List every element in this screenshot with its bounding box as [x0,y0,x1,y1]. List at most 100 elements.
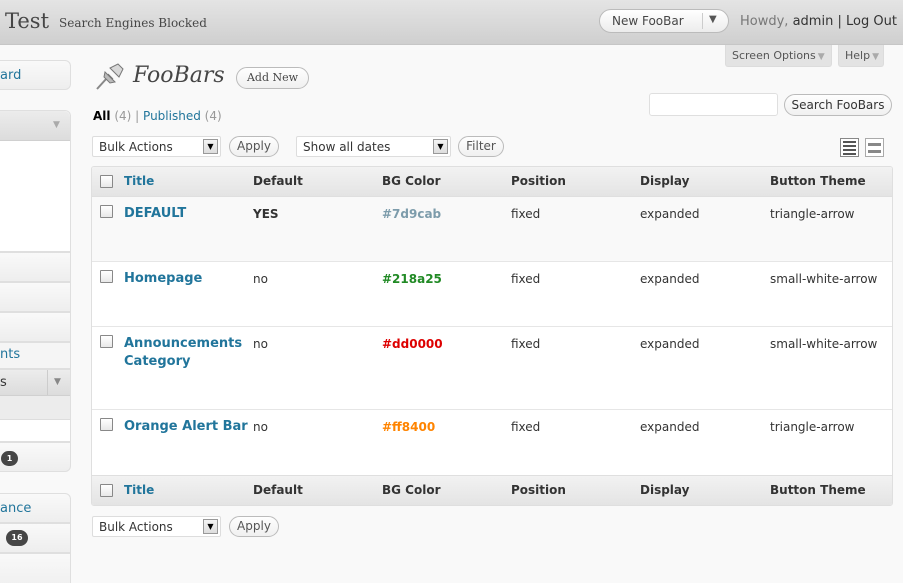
chevron-down-icon: ▼ [817,52,825,62]
menu-item-label[interactable]: nts [0,347,20,362]
status-filter-links: All (4) | Published (4) [93,109,222,123]
list-view-icon[interactable] [840,138,859,157]
column-header-title[interactable]: Title [124,174,154,188]
menu-item-appearance[interactable]: ance [0,493,71,523]
row-checkbox[interactable] [100,418,113,431]
row-default: no [253,420,268,434]
panel-header: ▼ [0,111,70,141]
menu-item-label[interactable]: ard [0,68,21,83]
row-checkbox[interactable] [100,270,113,283]
bulk-actions-value: Bulk Actions [99,140,173,154]
submenu-header[interactable]: s ▼ [0,370,70,396]
row-default: no [253,337,268,351]
apply-button-bottom[interactable]: Apply [229,516,279,537]
chevron-down-icon[interactable]: ▼ [709,14,717,25]
chevron-down-icon[interactable]: ▼ [54,377,61,387]
favorite-actions-dropdown[interactable]: New FooBar ▼ [599,9,729,33]
bulk-actions-select-bottom[interactable]: Bulk Actions ▼ [92,516,221,537]
submenu-item[interactable] [0,396,70,420]
menu-item-dashboard[interactable]: ard [0,60,71,90]
row-title-link[interactable]: Announcements Category [124,335,249,371]
row-button-theme: triangle-arrow [770,207,855,221]
chevron-down-icon[interactable]: ▼ [53,120,60,130]
help-label: Help [845,49,871,62]
user-greeting: Howdy, admin | Log Out [740,14,897,29]
count-badge: 1 [1,451,18,466]
column-footer-bg-color: BG Color [382,483,441,497]
search-button[interactable]: Search FooBars [784,94,892,116]
row-title-link[interactable]: DEFAULT [124,205,249,223]
column-footer-default: Default [253,483,303,497]
filter-published-link[interactable]: Published [143,109,201,123]
date-filter-select[interactable]: Show all dates ▼ [296,136,451,157]
filter-all-count: (4) [114,109,132,123]
column-footer-display: Display [640,483,690,497]
column-footer-button-theme: Button Theme [770,483,866,497]
page-title: FooBars [133,63,225,88]
table-row: DEFAULT YES #7d9cab fixed expanded trian… [92,197,892,262]
chevron-down-icon[interactable]: ▼ [203,519,218,534]
menu-item[interactable] [0,282,71,312]
count-badge: 16 [6,530,28,546]
row-button-theme: small-white-arrow [770,272,878,286]
row-checkbox[interactable] [100,205,113,218]
column-header-position: Position [511,174,566,188]
row-bg-color: #ff8400 [382,420,436,434]
row-button-theme: triangle-arrow [770,420,855,434]
favorite-action-label[interactable]: New FooBar [612,14,684,28]
date-filter-value: Show all dates [303,140,391,154]
search-input[interactable] [649,93,778,116]
table-row: Announcements Category no #dd0000 fixed … [92,327,892,410]
excerpt-view-icon[interactable] [865,138,884,157]
column-header-button-theme: Button Theme [770,174,866,188]
bulk-actions-select[interactable]: Bulk Actions ▼ [92,136,221,157]
filter-all-link[interactable]: All [93,109,111,123]
filter-button[interactable]: Filter [458,136,504,157]
chevron-down-icon[interactable]: ▼ [203,139,218,154]
logout-link[interactable]: Log Out [846,14,897,29]
row-position: fixed [511,337,541,351]
row-default: YES [253,207,279,221]
table-footer: Title Default BG Color Position Display … [92,475,892,505]
site-visibility-status: Search Engines Blocked [59,16,207,30]
menu-item-with-badge[interactable]: 16 [0,523,71,553]
row-bg-color: #7d9cab [382,207,442,221]
foobars-table: Title Default BG Color Position Display … [91,166,893,506]
row-display: expanded [640,420,700,434]
row-bg-color: #dd0000 [382,337,443,351]
select-all-checkbox[interactable] [100,484,113,497]
chevron-down-icon[interactable]: ▼ [433,139,448,154]
sidebar-widget-panel: ▼ [0,110,71,252]
add-new-button[interactable]: Add New [236,67,309,89]
menu-item-with-badge[interactable]: 1 [0,442,71,472]
howdy-text: Howdy, [740,14,789,29]
bulk-actions-value: Bulk Actions [99,520,173,534]
submenu-panel: s ▼ [0,369,71,442]
menu-item[interactable] [0,312,71,342]
filter-published-count: (4) [204,109,222,123]
user-profile-link[interactable]: admin [793,14,834,29]
menu-item-comments[interactable]: nts [0,342,71,369]
site-title[interactable]: Test [5,9,49,33]
column-header-display: Display [640,174,690,188]
menu-item-label[interactable]: ance [0,501,31,516]
screen-options-label: Screen Options [732,49,816,62]
dropdown-divider [702,13,703,29]
row-position: fixed [511,272,541,286]
column-header-bg-color: BG Color [382,174,441,188]
screen-options-tab[interactable]: Screen Options ▼ [725,45,832,67]
select-all-checkbox[interactable] [100,175,113,188]
row-title-link[interactable]: Orange Alert Bar [124,418,249,436]
row-checkbox[interactable] [100,335,113,348]
help-tab[interactable]: Help ▼ [838,45,884,67]
separator: | [135,109,140,123]
menu-item[interactable] [0,553,71,583]
column-footer-title[interactable]: Title [124,483,154,497]
chevron-down-icon: ▼ [872,52,879,62]
menu-item[interactable] [0,252,71,282]
apply-button[interactable]: Apply [229,136,279,157]
row-title-link[interactable]: Homepage [124,270,249,288]
separator: | [837,14,842,29]
row-display: expanded [640,337,700,351]
submenu-header-label: s [0,375,7,390]
